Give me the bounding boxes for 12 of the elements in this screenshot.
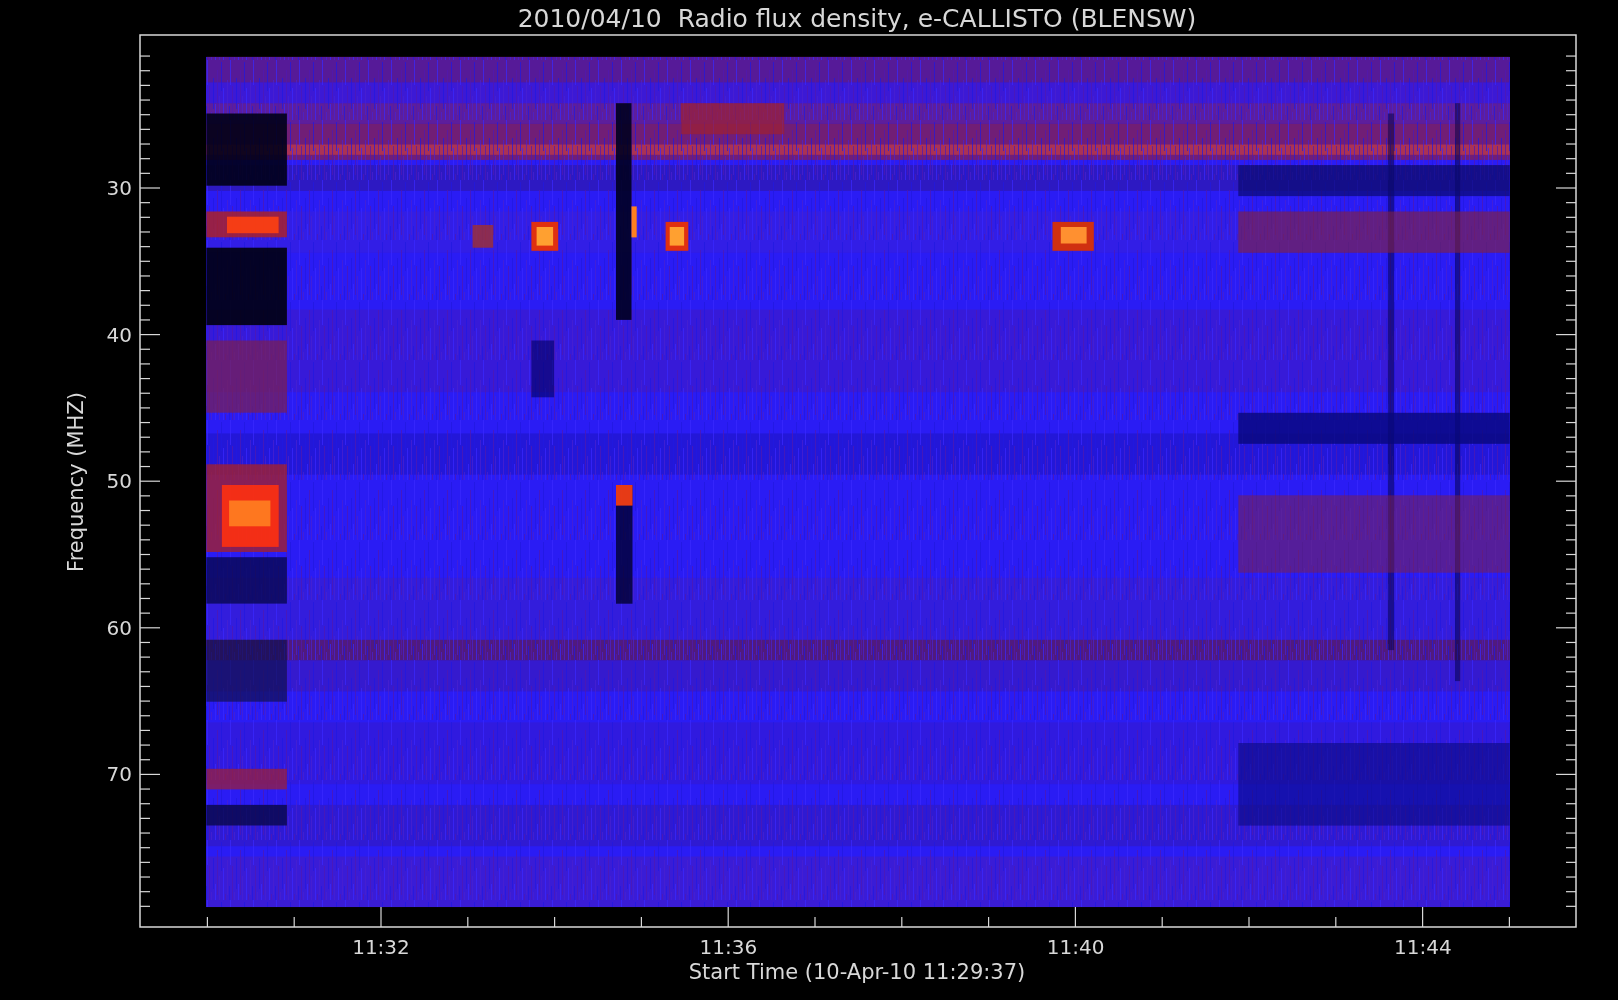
x-tick-label: 11:40	[1046, 935, 1105, 959]
y-tick-label: 50	[106, 469, 132, 494]
x-tick-label: 11:36	[699, 935, 758, 959]
x-tick-label: 11:44	[1394, 935, 1452, 959]
y-tick-label: 70	[106, 762, 132, 787]
y-tick-label: 40	[106, 322, 132, 347]
x-axis-label: Start Time (10-Apr-10 11:29:37)	[688, 960, 1026, 984]
x-tick-label: 11:32	[352, 935, 410, 959]
y-axis-label: Frequency (MHZ)	[64, 392, 88, 572]
y-tick-label: 30	[106, 176, 132, 200]
y-tick-label: 60	[106, 615, 132, 640]
chart-title: 2010/04/10 Radio flux density, e-CALLISTO (BLENSW)	[517, 4, 1197, 33]
